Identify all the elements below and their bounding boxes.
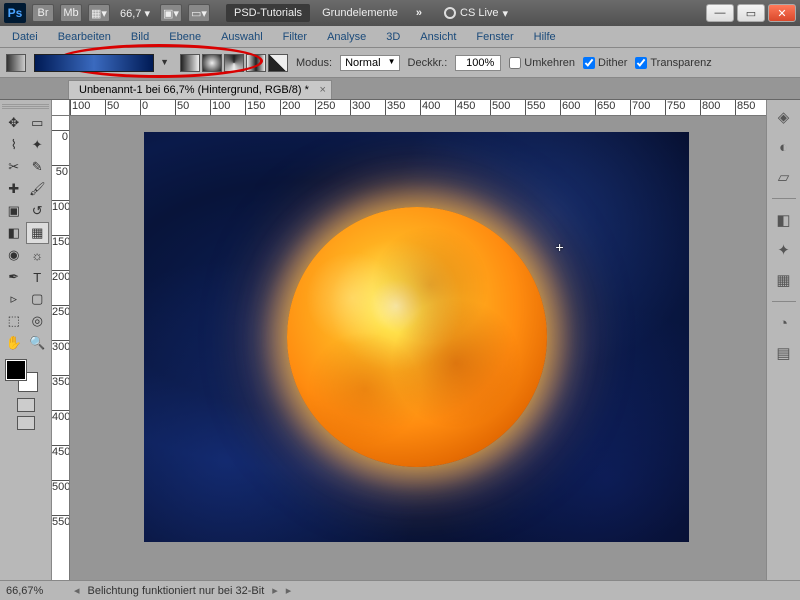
menu-ansicht[interactable]: Ansicht: [410, 28, 466, 46]
menu-3d[interactable]: 3D: [376, 28, 410, 46]
crop-tool[interactable]: ✂: [2, 156, 26, 178]
canvas[interactable]: +: [144, 132, 689, 542]
stamp-tool[interactable]: ▣: [2, 200, 26, 222]
menu-bar: Datei Bearbeiten Bild Ebene Auswahl Filt…: [0, 26, 800, 48]
opacity-input[interactable]: 100%: [455, 55, 501, 71]
close-button[interactable]: ✕: [768, 4, 796, 22]
reverse-checkbox[interactable]: Umkehren: [509, 57, 575, 69]
paths-panel-icon[interactable]: ▱: [773, 166, 795, 188]
menu-hilfe[interactable]: Hilfe: [524, 28, 566, 46]
title-bar: Ps Br Mb ▦▾ 66,7 ▾ ▣▾ ▭▾ PSD-Tutorials G…: [0, 0, 800, 26]
dodge-tool[interactable]: ☼: [26, 244, 50, 266]
color-swatches[interactable]: [2, 360, 49, 394]
zoom-level[interactable]: 66,7 ▾: [116, 7, 154, 20]
toolbox-grip[interactable]: [2, 104, 49, 110]
arrange-docs-button[interactable]: ▣▾: [160, 4, 182, 22]
blur-tool[interactable]: ◉: [2, 244, 26, 266]
menu-bild[interactable]: Bild: [121, 28, 159, 46]
gradient-tool[interactable]: ▦: [26, 222, 50, 244]
workspace-psd-tutorials[interactable]: PSD-Tutorials: [226, 4, 310, 22]
workspace: 1005005010015020025030035040045050055060…: [52, 100, 766, 580]
dither-checkbox[interactable]: Dither: [583, 57, 627, 69]
opacity-label: Deckkr.:: [408, 57, 448, 69]
options-bar: Modus: Normal Deckkr.: 100% Umkehren Dit…: [0, 48, 800, 78]
menu-analyse[interactable]: Analyse: [317, 28, 376, 46]
gradient-radial[interactable]: [202, 54, 222, 72]
workspace-more[interactable]: »: [410, 7, 428, 19]
ruler-origin[interactable]: [52, 100, 70, 116]
transparency-checkbox[interactable]: Transparenz: [635, 57, 711, 69]
heal-tool[interactable]: ✚: [2, 178, 26, 200]
close-tab-icon[interactable]: ×: [319, 84, 325, 96]
marquee-tool[interactable]: ▭: [26, 112, 50, 134]
toolbox: ✥▭ ⌇✦ ✂✎ ✚🖌 ▣↺ ◧▦ ◉☼ ✒T ▹▢ ⬚◎ ✋🔍: [0, 100, 52, 580]
lasso-tool[interactable]: ⌇: [2, 134, 26, 156]
document-tab-row: Unbenannt-1 bei 66,7% (Hintergrund, RGB/…: [0, 78, 800, 100]
styles-panel-icon[interactable]: ✦: [773, 239, 795, 261]
layers-panel-icon[interactable]: ◈: [773, 106, 795, 128]
tool-preset-thumb[interactable]: [6, 54, 26, 72]
history-brush-tool[interactable]: ↺: [26, 200, 50, 222]
app-icon: Ps: [4, 3, 26, 23]
3d-camera-tool[interactable]: ◎: [26, 310, 50, 332]
minibridge-button[interactable]: Mb: [60, 4, 82, 22]
cs-live[interactable]: CS Live ▾: [444, 7, 508, 20]
gradient-linear[interactable]: [180, 54, 200, 72]
menu-bearbeiten[interactable]: Bearbeiten: [48, 28, 121, 46]
swatches-panel-icon[interactable]: ▦: [773, 269, 795, 291]
menu-datei[interactable]: Datei: [2, 28, 48, 46]
3d-tool[interactable]: ⬚: [2, 310, 26, 332]
gradient-picker[interactable]: [34, 54, 154, 72]
mode-label: Modus:: [296, 57, 332, 69]
menu-filter[interactable]: Filter: [273, 28, 317, 46]
wand-tool[interactable]: ✦: [26, 134, 50, 156]
eyedropper-tool[interactable]: ✎: [26, 156, 50, 178]
move-tool[interactable]: ✥: [2, 112, 26, 134]
view-extras-button[interactable]: ▦▾: [88, 4, 110, 22]
channels-panel-icon[interactable]: ◐: [773, 136, 795, 158]
pen-tool[interactable]: ✒: [2, 266, 26, 288]
menu-ebene[interactable]: Ebene: [159, 28, 211, 46]
hand-tool[interactable]: ✋: [2, 332, 26, 354]
gradient-reflected[interactable]: [246, 54, 266, 72]
status-menu[interactable]: ▸: [286, 584, 292, 597]
gradient-angle[interactable]: [224, 54, 244, 72]
mode-select[interactable]: Normal: [340, 55, 399, 71]
foreground-color[interactable]: [6, 360, 26, 380]
status-zoom[interactable]: 66,67%: [6, 585, 66, 597]
ruler-horizontal[interactable]: 1005005010015020025030035040045050055060…: [70, 100, 766, 116]
bridge-button[interactable]: Br: [32, 4, 54, 22]
maximize-button[interactable]: ▭: [737, 4, 765, 22]
path-select-tool[interactable]: ▹: [2, 288, 26, 310]
document-tab-label: Unbenannt-1 bei 66,7% (Hintergrund, RGB/…: [79, 84, 309, 96]
workspace-grundelemente[interactable]: Grundelemente: [316, 4, 404, 22]
artwork-sun: [287, 207, 547, 467]
panel-rail: ◈ ◐ ▱ ◧ ✦ ▦ ◔ ▤: [766, 100, 800, 580]
status-message: Belichtung funktioniert nur bei 32-Bit: [88, 585, 265, 597]
minimize-button[interactable]: —: [706, 4, 734, 22]
ruler-vertical[interactable]: 050100150200250300350400450500550: [52, 116, 70, 580]
screenmode-toggle[interactable]: [2, 416, 49, 430]
menu-auswahl[interactable]: Auswahl: [211, 28, 273, 46]
quickmask-toggle[interactable]: [2, 398, 49, 412]
type-tool[interactable]: T: [26, 266, 50, 288]
eraser-tool[interactable]: ◧: [2, 222, 26, 244]
status-bar: 66,67% ◂ Belichtung funktioniert nur bei…: [0, 580, 800, 600]
shape-tool[interactable]: ▢: [26, 288, 50, 310]
status-left-arrow[interactable]: ◂: [74, 584, 80, 597]
adjustments-panel-icon[interactable]: ◧: [773, 209, 795, 231]
zoom-tool[interactable]: 🔍: [26, 332, 50, 354]
screen-mode-button[interactable]: ▭▾: [188, 4, 210, 22]
menu-fenster[interactable]: Fenster: [466, 28, 523, 46]
document-tab[interactable]: Unbenannt-1 bei 66,7% (Hintergrund, RGB/…: [68, 80, 332, 99]
gradient-diamond[interactable]: [268, 54, 288, 72]
brush-tool[interactable]: 🖌: [26, 178, 50, 200]
history-panel-icon[interactable]: ◔: [773, 312, 795, 334]
status-right-arrow[interactable]: ▸: [272, 584, 278, 597]
actions-panel-icon[interactable]: ▤: [773, 342, 795, 364]
